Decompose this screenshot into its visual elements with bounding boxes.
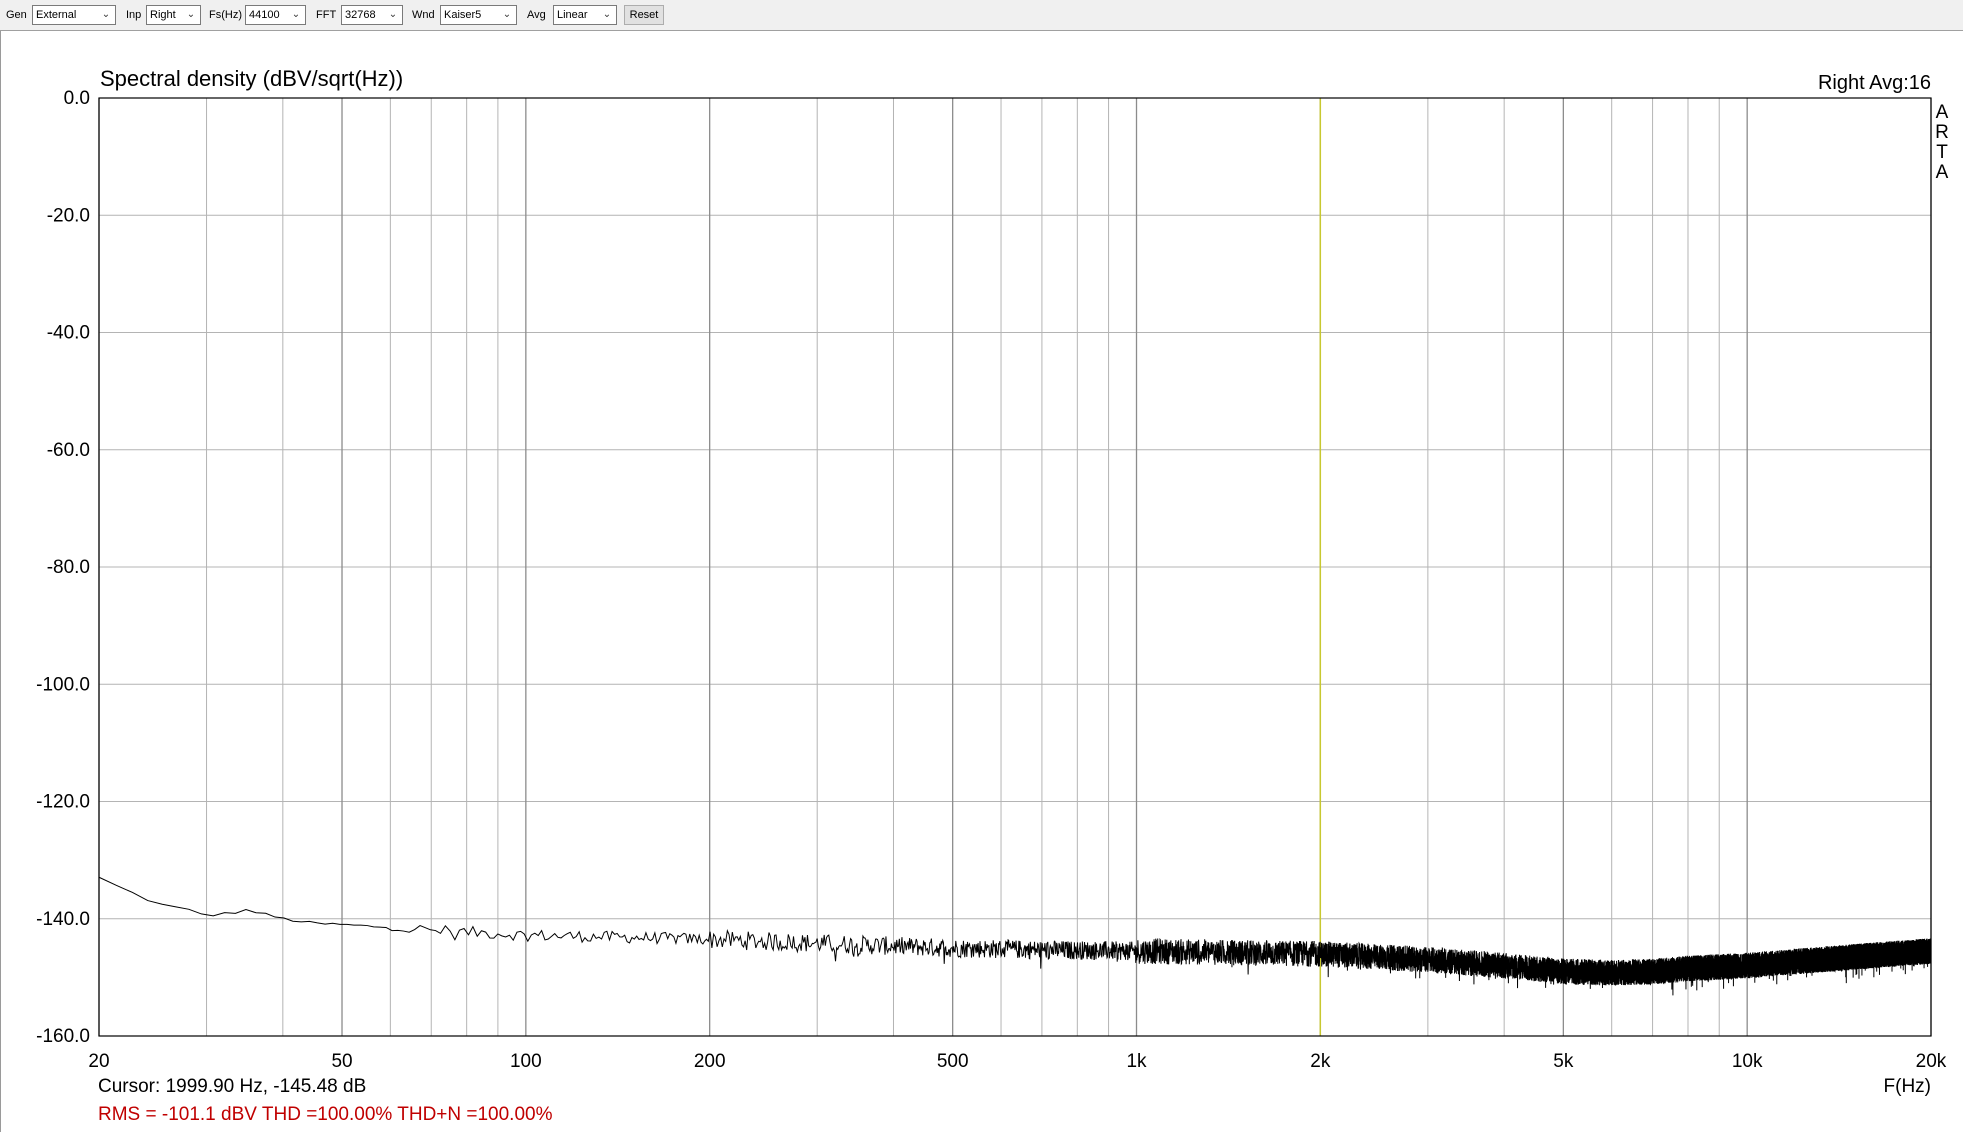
y-tick-label: -120.0 bbox=[36, 792, 90, 813]
y-tick-label: -20.0 bbox=[47, 205, 90, 226]
spectrum-trace bbox=[98, 876, 1932, 996]
x-tick-label: 20k bbox=[1916, 1051, 1947, 1072]
brand-letter: R bbox=[1935, 122, 1949, 143]
brand-letter: A bbox=[1936, 102, 1949, 123]
cursor-readout: Cursor: 1999.90 Hz, -145.48 dB bbox=[98, 1076, 366, 1097]
y-tick-label: 0.0 bbox=[64, 88, 90, 109]
x-tick-label: 10k bbox=[1732, 1051, 1763, 1072]
x-tick-label: 5k bbox=[1553, 1051, 1574, 1072]
x-tick-label: 1k bbox=[1126, 1051, 1147, 1072]
x-tick-label: 100 bbox=[510, 1051, 542, 1072]
x-tick-label: 20 bbox=[88, 1051, 109, 1072]
x-axis-label: F(Hz) bbox=[1884, 1076, 1931, 1097]
stats-readout: RMS = -101.1 dBV THD =100.00% THD+N =100… bbox=[98, 1104, 553, 1125]
x-tick-label: 50 bbox=[331, 1051, 352, 1072]
channel-info: Right Avg:16 bbox=[1818, 72, 1931, 94]
x-tick-label: 500 bbox=[937, 1051, 969, 1072]
y-tick-label: -60.0 bbox=[47, 440, 90, 461]
chart-title: Spectral density (dBV/sqrt(Hz)) bbox=[100, 66, 403, 91]
y-tick-label: -40.0 bbox=[47, 323, 90, 344]
spectrum-chart[interactable]: 0.0 -20.0 -40.0 -60.0 -80.0 -100.0 -120.0 -140.… bbox=[0, 0, 1963, 1132]
x-tick-label: 200 bbox=[694, 1051, 726, 1072]
y-tick-label: -140.0 bbox=[36, 909, 90, 930]
y-tick-label: -100.0 bbox=[36, 674, 90, 695]
y-tick-label: -160.0 bbox=[36, 1026, 90, 1047]
x-tick-label: 2k bbox=[1310, 1051, 1331, 1072]
brand-letter: A bbox=[1936, 162, 1949, 183]
y-tick-label: -80.0 bbox=[47, 557, 90, 578]
brand-letter: T bbox=[1936, 142, 1948, 163]
